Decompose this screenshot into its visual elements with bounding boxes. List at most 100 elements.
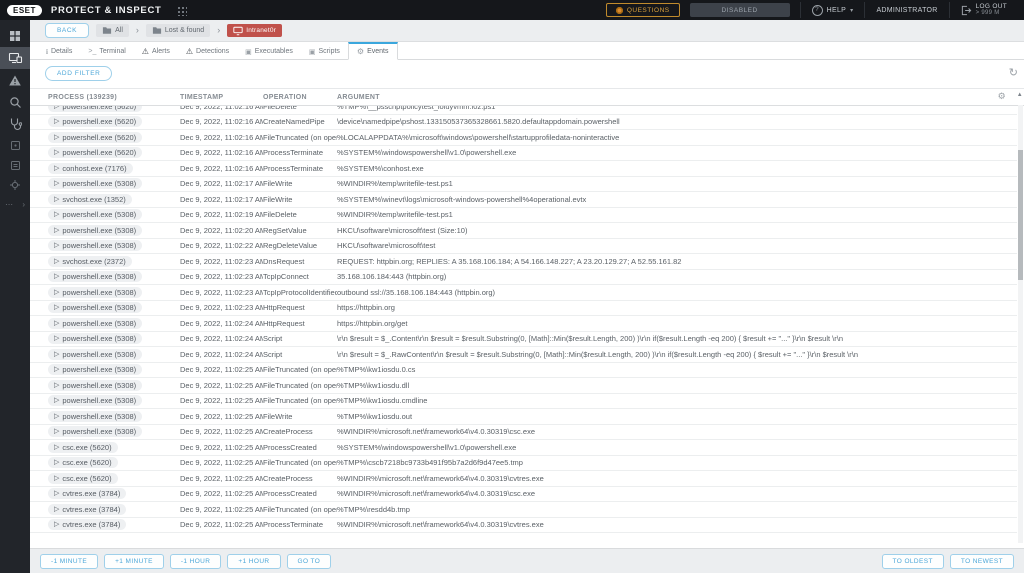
refresh-icon[interactable]: ↻ bbox=[1009, 66, 1018, 79]
sidebar-item-diagnostics[interactable] bbox=[0, 113, 30, 135]
event-row[interactable]: ▷ powershell.exe (5308) Dec 9, 2022, 11:… bbox=[30, 425, 1017, 441]
process-chip[interactable]: ▷ cvtres.exe (3784) bbox=[48, 519, 126, 530]
sidebar-item-scripts[interactable] bbox=[0, 155, 30, 175]
event-row[interactable]: ▷ powershell.exe (5620) Dec 9, 2022, 11:… bbox=[30, 115, 1017, 131]
jump-button[interactable]: TO NEWEST bbox=[950, 554, 1014, 569]
help-menu[interactable]: ? HELP ▾ bbox=[800, 2, 865, 18]
event-row[interactable]: ▷ powershell.exe (5308) Dec 9, 2022, 11:… bbox=[30, 409, 1017, 425]
process-chip[interactable]: ▷ powershell.exe (5308) bbox=[48, 209, 142, 220]
process-chip[interactable]: ▷ powershell.exe (5308) bbox=[48, 271, 142, 282]
event-row[interactable]: ▷ csc.exe (5620) Dec 9, 2022, 11:02:25 A… bbox=[30, 456, 1017, 472]
process-chip[interactable]: ▷ powershell.exe (5308) bbox=[48, 426, 142, 437]
sidebar-item-executables[interactable] bbox=[0, 135, 30, 155]
logout-button[interactable]: LOG OUT > 999 M bbox=[949, 2, 1018, 18]
event-row[interactable]: ▷ svchost.exe (2372) Dec 9, 2022, 11:02:… bbox=[30, 254, 1017, 270]
process-chip[interactable]: ▷ svchost.exe (1352) bbox=[48, 194, 132, 205]
event-row[interactable]: ▷ powershell.exe (5308) Dec 9, 2022, 11:… bbox=[30, 285, 1017, 301]
process-chip[interactable]: ▷ conhost.exe (7176) bbox=[48, 163, 133, 174]
process-chip[interactable]: ▷ powershell.exe (5308) bbox=[48, 349, 142, 360]
event-row[interactable]: ▷ powershell.exe (5308) Dec 9, 2022, 11:… bbox=[30, 332, 1017, 348]
jump-button[interactable]: TO OLDEST bbox=[882, 554, 944, 569]
column-settings-gear-icon[interactable]: ⚙ bbox=[998, 91, 1006, 102]
tab[interactable]: ⚙ Events bbox=[348, 42, 398, 60]
column-header-operation[interactable]: OPERATION bbox=[263, 94, 337, 101]
sidebar-item-search[interactable] bbox=[0, 91, 30, 113]
time-nav-button[interactable]: +1 HOUR bbox=[227, 554, 280, 569]
time-nav-button[interactable]: -1 HOUR bbox=[170, 554, 222, 569]
column-header-timestamp[interactable]: TIMESTAMP bbox=[180, 94, 263, 101]
tab[interactable]: >_ Terminal bbox=[80, 42, 133, 59]
event-row[interactable]: ▷ powershell.exe (5308) Dec 9, 2022, 11:… bbox=[30, 363, 1017, 379]
process-chip[interactable]: ▷ powershell.exe (5620) bbox=[48, 147, 142, 158]
sidebar-item-events[interactable] bbox=[0, 175, 30, 195]
tab[interactable]: ⚠ Alerts bbox=[134, 42, 178, 59]
sidebar-item-computers[interactable] bbox=[0, 47, 30, 69]
process-chip[interactable]: ▷ svchost.exe (2372) bbox=[48, 256, 132, 267]
tab[interactable]: i Details bbox=[38, 42, 80, 59]
event-row[interactable]: ▷ powershell.exe (5308) Dec 9, 2022, 11:… bbox=[30, 270, 1017, 286]
process-chip[interactable]: ▷ powershell.exe (5308) bbox=[48, 411, 142, 422]
sidebar-item-dashboard[interactable] bbox=[0, 25, 30, 47]
scrollbar-thumb[interactable] bbox=[1018, 150, 1023, 280]
event-row[interactable]: ▷ powershell.exe (5308) Dec 9, 2022, 11:… bbox=[30, 208, 1017, 224]
process-chip[interactable]: ▷ powershell.exe (5308) bbox=[48, 364, 142, 375]
event-row[interactable]: ▷ powershell.exe (5620) Dec 9, 2022, 11:… bbox=[30, 130, 1017, 146]
event-row[interactable]: ▷ powershell.exe (5308) Dec 9, 2022, 11:… bbox=[30, 378, 1017, 394]
event-row[interactable]: ▷ csc.exe (5620) Dec 9, 2022, 11:02:25 A… bbox=[30, 440, 1017, 456]
event-row[interactable]: ▷ powershell.exe (5308) Dec 9, 2022, 11:… bbox=[30, 223, 1017, 239]
process-chip[interactable]: ▷ cvtres.exe (3784) bbox=[48, 504, 126, 515]
tab[interactable]: ▣ Executables bbox=[237, 42, 301, 59]
tab[interactable]: ▣ Scripts bbox=[301, 42, 348, 59]
event-row[interactable]: ▷ cvtres.exe (3784) Dec 9, 2022, 11:02:2… bbox=[30, 487, 1017, 503]
event-row[interactable]: ▷ powershell.exe (5308) Dec 9, 2022, 11:… bbox=[30, 316, 1017, 332]
process-chip[interactable]: ▷ powershell.exe (5620) bbox=[48, 105, 142, 112]
process-chip[interactable]: ▷ powershell.exe (5620) bbox=[48, 116, 142, 127]
process-chip[interactable]: ▷ csc.exe (5620) bbox=[48, 473, 118, 484]
process-chip[interactable]: ▷ powershell.exe (5308) bbox=[48, 380, 142, 391]
column-header-process[interactable]: PROCESS (139239) bbox=[30, 94, 180, 101]
event-row[interactable]: ▷ csc.exe (5620) Dec 9, 2022, 11:02:25 A… bbox=[30, 471, 1017, 487]
process-chip[interactable]: ▷ powershell.exe (5308) bbox=[48, 225, 142, 236]
process-chip[interactable]: ▷ powershell.exe (5308) bbox=[48, 395, 142, 406]
vertical-scrollbar[interactable] bbox=[1018, 105, 1023, 543]
event-row[interactable]: ▷ powershell.exe (5620) Dec 9, 2022, 11:… bbox=[30, 146, 1017, 162]
disabled-status-button[interactable]: DISABLED bbox=[690, 3, 790, 17]
computer-badge[interactable]: Intranet0r bbox=[227, 24, 282, 37]
event-row[interactable]: ▷ powershell.exe (5308) Dec 9, 2022, 11:… bbox=[30, 394, 1017, 410]
back-button[interactable]: BACK bbox=[45, 23, 89, 38]
tab[interactable]: ⚠ Detections bbox=[178, 42, 237, 59]
scroll-up-arrow-icon[interactable]: ▲ bbox=[1017, 92, 1023, 98]
event-row[interactable]: ▷ powershell.exe (5308) Dec 9, 2022, 11:… bbox=[30, 239, 1017, 255]
process-chip[interactable]: ▷ csc.exe (5620) bbox=[48, 457, 118, 468]
column-header-argument[interactable]: ARGUMENT bbox=[337, 94, 1024, 101]
process-chip[interactable]: ▷ csc.exe (5620) bbox=[48, 442, 118, 453]
time-nav-button[interactable]: GO TO bbox=[287, 554, 332, 569]
add-filter-button[interactable]: ADD FILTER bbox=[45, 66, 112, 81]
process-chip[interactable]: ▷ powershell.exe (5308) bbox=[48, 333, 142, 344]
more-ellipsis-icon[interactable]: ⋯ bbox=[5, 200, 13, 209]
sidebar-item-alerts[interactable] bbox=[0, 69, 30, 91]
process-chip[interactable]: ▷ powershell.exe (5308) bbox=[48, 287, 142, 298]
apps-grid-icon[interactable] bbox=[176, 5, 187, 16]
questions-button[interactable]: QUESTIONS bbox=[606, 3, 680, 17]
breadcrumb-group-lost-and-found[interactable]: Lost & found bbox=[146, 24, 210, 37]
time-nav-button[interactable]: -1 MINUTE bbox=[40, 554, 98, 569]
process-chip[interactable]: ▷ powershell.exe (5308) bbox=[48, 240, 142, 251]
process-chip[interactable]: ▷ powershell.exe (5308) bbox=[48, 318, 142, 329]
sidebar-expand-chevron-icon[interactable]: › bbox=[22, 200, 25, 209]
process-chip[interactable]: ▷ cvtres.exe (3784) bbox=[48, 488, 126, 499]
process-chip[interactable]: ▷ powershell.exe (5620) bbox=[48, 132, 142, 143]
process-chip[interactable]: ▷ powershell.exe (5308) bbox=[48, 302, 142, 313]
user-menu[interactable]: ADMINISTRATOR bbox=[864, 2, 948, 18]
event-row[interactable]: ▷ powershell.exe (5308) Dec 9, 2022, 11:… bbox=[30, 347, 1017, 363]
event-row[interactable]: ▷ powershell.exe (5308) Dec 9, 2022, 11:… bbox=[30, 177, 1017, 193]
breadcrumb-group-all[interactable]: All bbox=[96, 24, 129, 37]
event-row[interactable]: ▷ cvtres.exe (3784) Dec 9, 2022, 11:02:2… bbox=[30, 518, 1017, 534]
process-chip[interactable]: ▷ powershell.exe (5308) bbox=[48, 178, 142, 189]
event-row[interactable]: ▷ cvtres.exe (3784) Dec 9, 2022, 11:02:2… bbox=[30, 502, 1017, 518]
event-row[interactable]: ▷ svchost.exe (1352) Dec 9, 2022, 11:02:… bbox=[30, 192, 1017, 208]
event-row[interactable]: ▷ conhost.exe (7176) Dec 9, 2022, 11:02:… bbox=[30, 161, 1017, 177]
event-row[interactable]: ▷ powershell.exe (5308) Dec 9, 2022, 11:… bbox=[30, 301, 1017, 317]
event-row[interactable]: ▷ powershell.exe (5620) Dec 9, 2022, 11:… bbox=[30, 105, 1017, 115]
time-nav-button[interactable]: +1 MINUTE bbox=[104, 554, 164, 569]
